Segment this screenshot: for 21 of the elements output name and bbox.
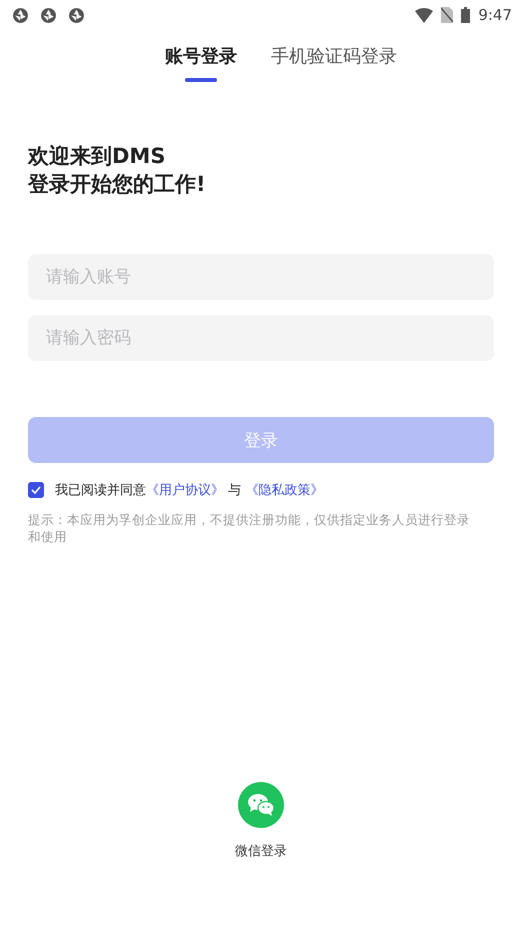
- input-field[interactable]: 请输入密码: [28, 315, 494, 361]
- notification-icon: [40, 6, 57, 24]
- checkmark-icon: [31, 486, 41, 494]
- welcome-heading: 欢迎来到DMS: [28, 143, 166, 170]
- wechat-login-label: 微信登录: [235, 843, 287, 860]
- input-field[interactable]: 请输入账号: [28, 254, 494, 300]
- privacy-policy-link[interactable]: 《隐私政策》: [245, 483, 324, 498]
- checkbox[interactable]: [28, 482, 44, 498]
- wifi-icon: [415, 8, 434, 22]
- hint-text: 提示：本应用为孚创企业应用，不提供注册功能，仅供指定业务人员进行登录和使用: [28, 511, 471, 545]
- user-agreement-link[interactable]: 《用户协议》: [146, 483, 224, 498]
- tab[interactable]: 手机验证码登录: [271, 40, 397, 82]
- tab[interactable]: 账号登录: [165, 40, 237, 82]
- status-time: 9:47: [478, 6, 512, 24]
- notification-icon: [68, 6, 85, 24]
- welcome-heading: 登录开始您的工作!: [28, 171, 207, 198]
- agreement-text: 我已阅读并同意《用户协议》 与 《隐私政策》: [55, 482, 324, 499]
- notification-icon: [12, 6, 29, 24]
- no-sim-icon: [441, 7, 454, 23]
- battery-icon: [461, 7, 470, 23]
- chat-bubbles-icon: [247, 793, 275, 817]
